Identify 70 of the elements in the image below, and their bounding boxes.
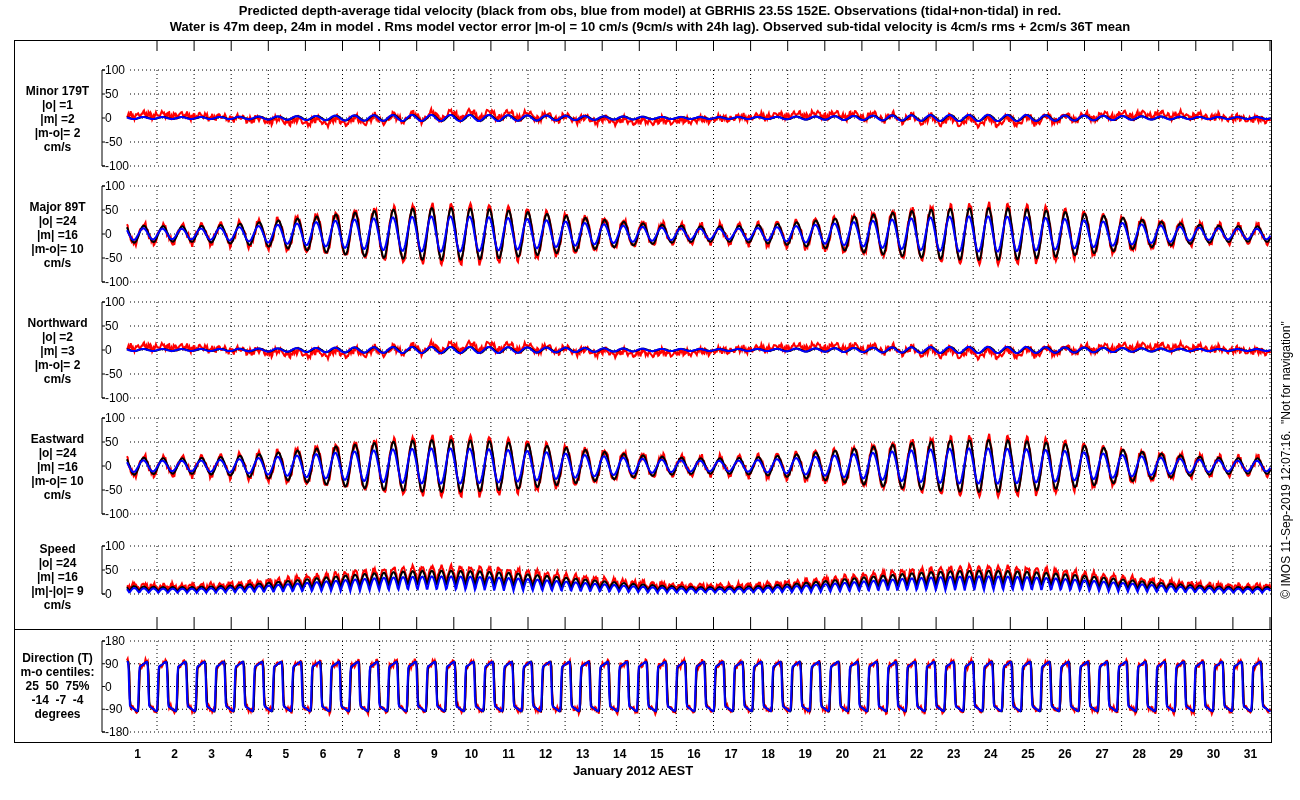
- axis-tick-label: -50: [105, 251, 123, 265]
- day-label: 30: [1206, 747, 1221, 761]
- day-label: 24: [984, 747, 998, 761]
- axis-tick-label: -100: [105, 159, 130, 173]
- day-label: 11: [502, 747, 515, 761]
- x-axis-title: January 2012 AEST: [572, 763, 694, 779]
- day-label: 31: [1243, 747, 1258, 761]
- day-label: 2: [171, 747, 178, 761]
- credit-text: © IMOS 11-Sep-2019 12:07:16. "Not for navigation": [1279, 320, 1293, 599]
- day-label: 19: [798, 747, 812, 761]
- axis-tick-label: -90: [105, 702, 123, 717]
- day-label: 16: [687, 747, 701, 761]
- day-label: 27: [1095, 747, 1109, 761]
- axis-tick-label: 50: [105, 563, 119, 577]
- day-label: 20: [835, 747, 850, 761]
- panel-legend: Major 89T |o| =24 |m| =16 |m-o|= 10 cm/s: [29, 200, 86, 270]
- day-label: 6: [319, 747, 327, 761]
- day-label: 28: [1132, 747, 1146, 761]
- day-label: 21: [872, 747, 887, 761]
- day-label: 7: [356, 747, 364, 761]
- axis-tick-label: -100: [105, 507, 130, 521]
- axis-tick-label: -50: [105, 483, 123, 497]
- axis-tick-label: 100: [105, 63, 126, 77]
- chart-subtitle: Water is 47m deep, 24m in model . Rms model vector error |m-o| = 10 cm/s (9cm/s with 24h lag). Observed sub-tidal velocity is 4cm/s rms + 2cm/s 36T mean: [169, 19, 1131, 35]
- axis-tick-label: 180: [105, 634, 126, 648]
- axis-tick-label: -50: [105, 135, 123, 149]
- day-label: 29: [1169, 747, 1183, 761]
- axis-tick-label: 100: [105, 179, 126, 193]
- chart-title: Predicted depth-average tidal velocity (black from obs, blue from model) at GBRHIS 23.5S 152E. Observations (tidal+non-tidal) in red.: [238, 3, 1062, 19]
- axis-tick-label: 50: [105, 319, 119, 333]
- panel-legend: Northward |o| =2 |m| =3 |m-o|= 2 cm/s: [27, 316, 88, 386]
- axis-tick-label: 0: [105, 459, 112, 473]
- day-label: 18: [761, 747, 775, 761]
- axis-tick-label: 100: [105, 295, 126, 309]
- axis-tick-label: 100: [105, 539, 126, 553]
- axis-tick-label: 50: [105, 87, 119, 101]
- axis-tick-label: 0: [105, 227, 112, 241]
- day-label: 4: [245, 747, 253, 761]
- day-label: 8: [393, 747, 401, 761]
- axis-tick-label: -100: [105, 275, 130, 289]
- day-label: 13: [576, 747, 590, 761]
- axis-tick-label: -100: [105, 391, 130, 405]
- y-axis: [101, 545, 106, 595]
- day-label: 15: [650, 747, 664, 761]
- axis-tick-label: 0: [105, 679, 112, 694]
- day-label: 12: [538, 747, 553, 761]
- axis-tick-label: -180: [105, 725, 130, 739]
- panel-legend: Direction (T) m-o centiles: 25 50 75% -14 -7 -4 degrees: [20, 651, 95, 721]
- day-label: 22: [909, 747, 924, 761]
- day-label: 5: [282, 747, 290, 761]
- day-label: 25: [1021, 747, 1035, 761]
- day-label: 10: [464, 747, 479, 761]
- axis-tick-label: 0: [105, 111, 112, 125]
- day-label: 23: [947, 747, 961, 761]
- day-label: 17: [724, 747, 738, 761]
- panel-legend: Minor 179T |o| =1 |m| =2 |m-o|= 2 cm/s: [25, 84, 90, 154]
- day-label: 9: [430, 747, 438, 761]
- axis-tick-label: 0: [105, 343, 112, 357]
- axis-tick-label: 100: [105, 411, 126, 425]
- axis-tick-label: -50: [105, 367, 123, 381]
- axis-tick-label: 50: [105, 203, 119, 217]
- day-label: 1: [134, 747, 141, 761]
- panel-legend: Eastward |o| =24 |m| =16 |m-o|= 10 cm/s: [30, 432, 85, 502]
- axis-tick-label: 0: [105, 587, 112, 601]
- panel-legend: Speed |o| =24 |m| =16 |m|-|o|= 9 cm/s: [31, 542, 84, 612]
- day-label: 26: [1058, 747, 1072, 761]
- axis-tick-label: 50: [105, 435, 119, 449]
- day-label: 3: [208, 747, 216, 761]
- axis-tick-label: 90: [105, 656, 119, 671]
- day-label: 14: [613, 747, 627, 761]
